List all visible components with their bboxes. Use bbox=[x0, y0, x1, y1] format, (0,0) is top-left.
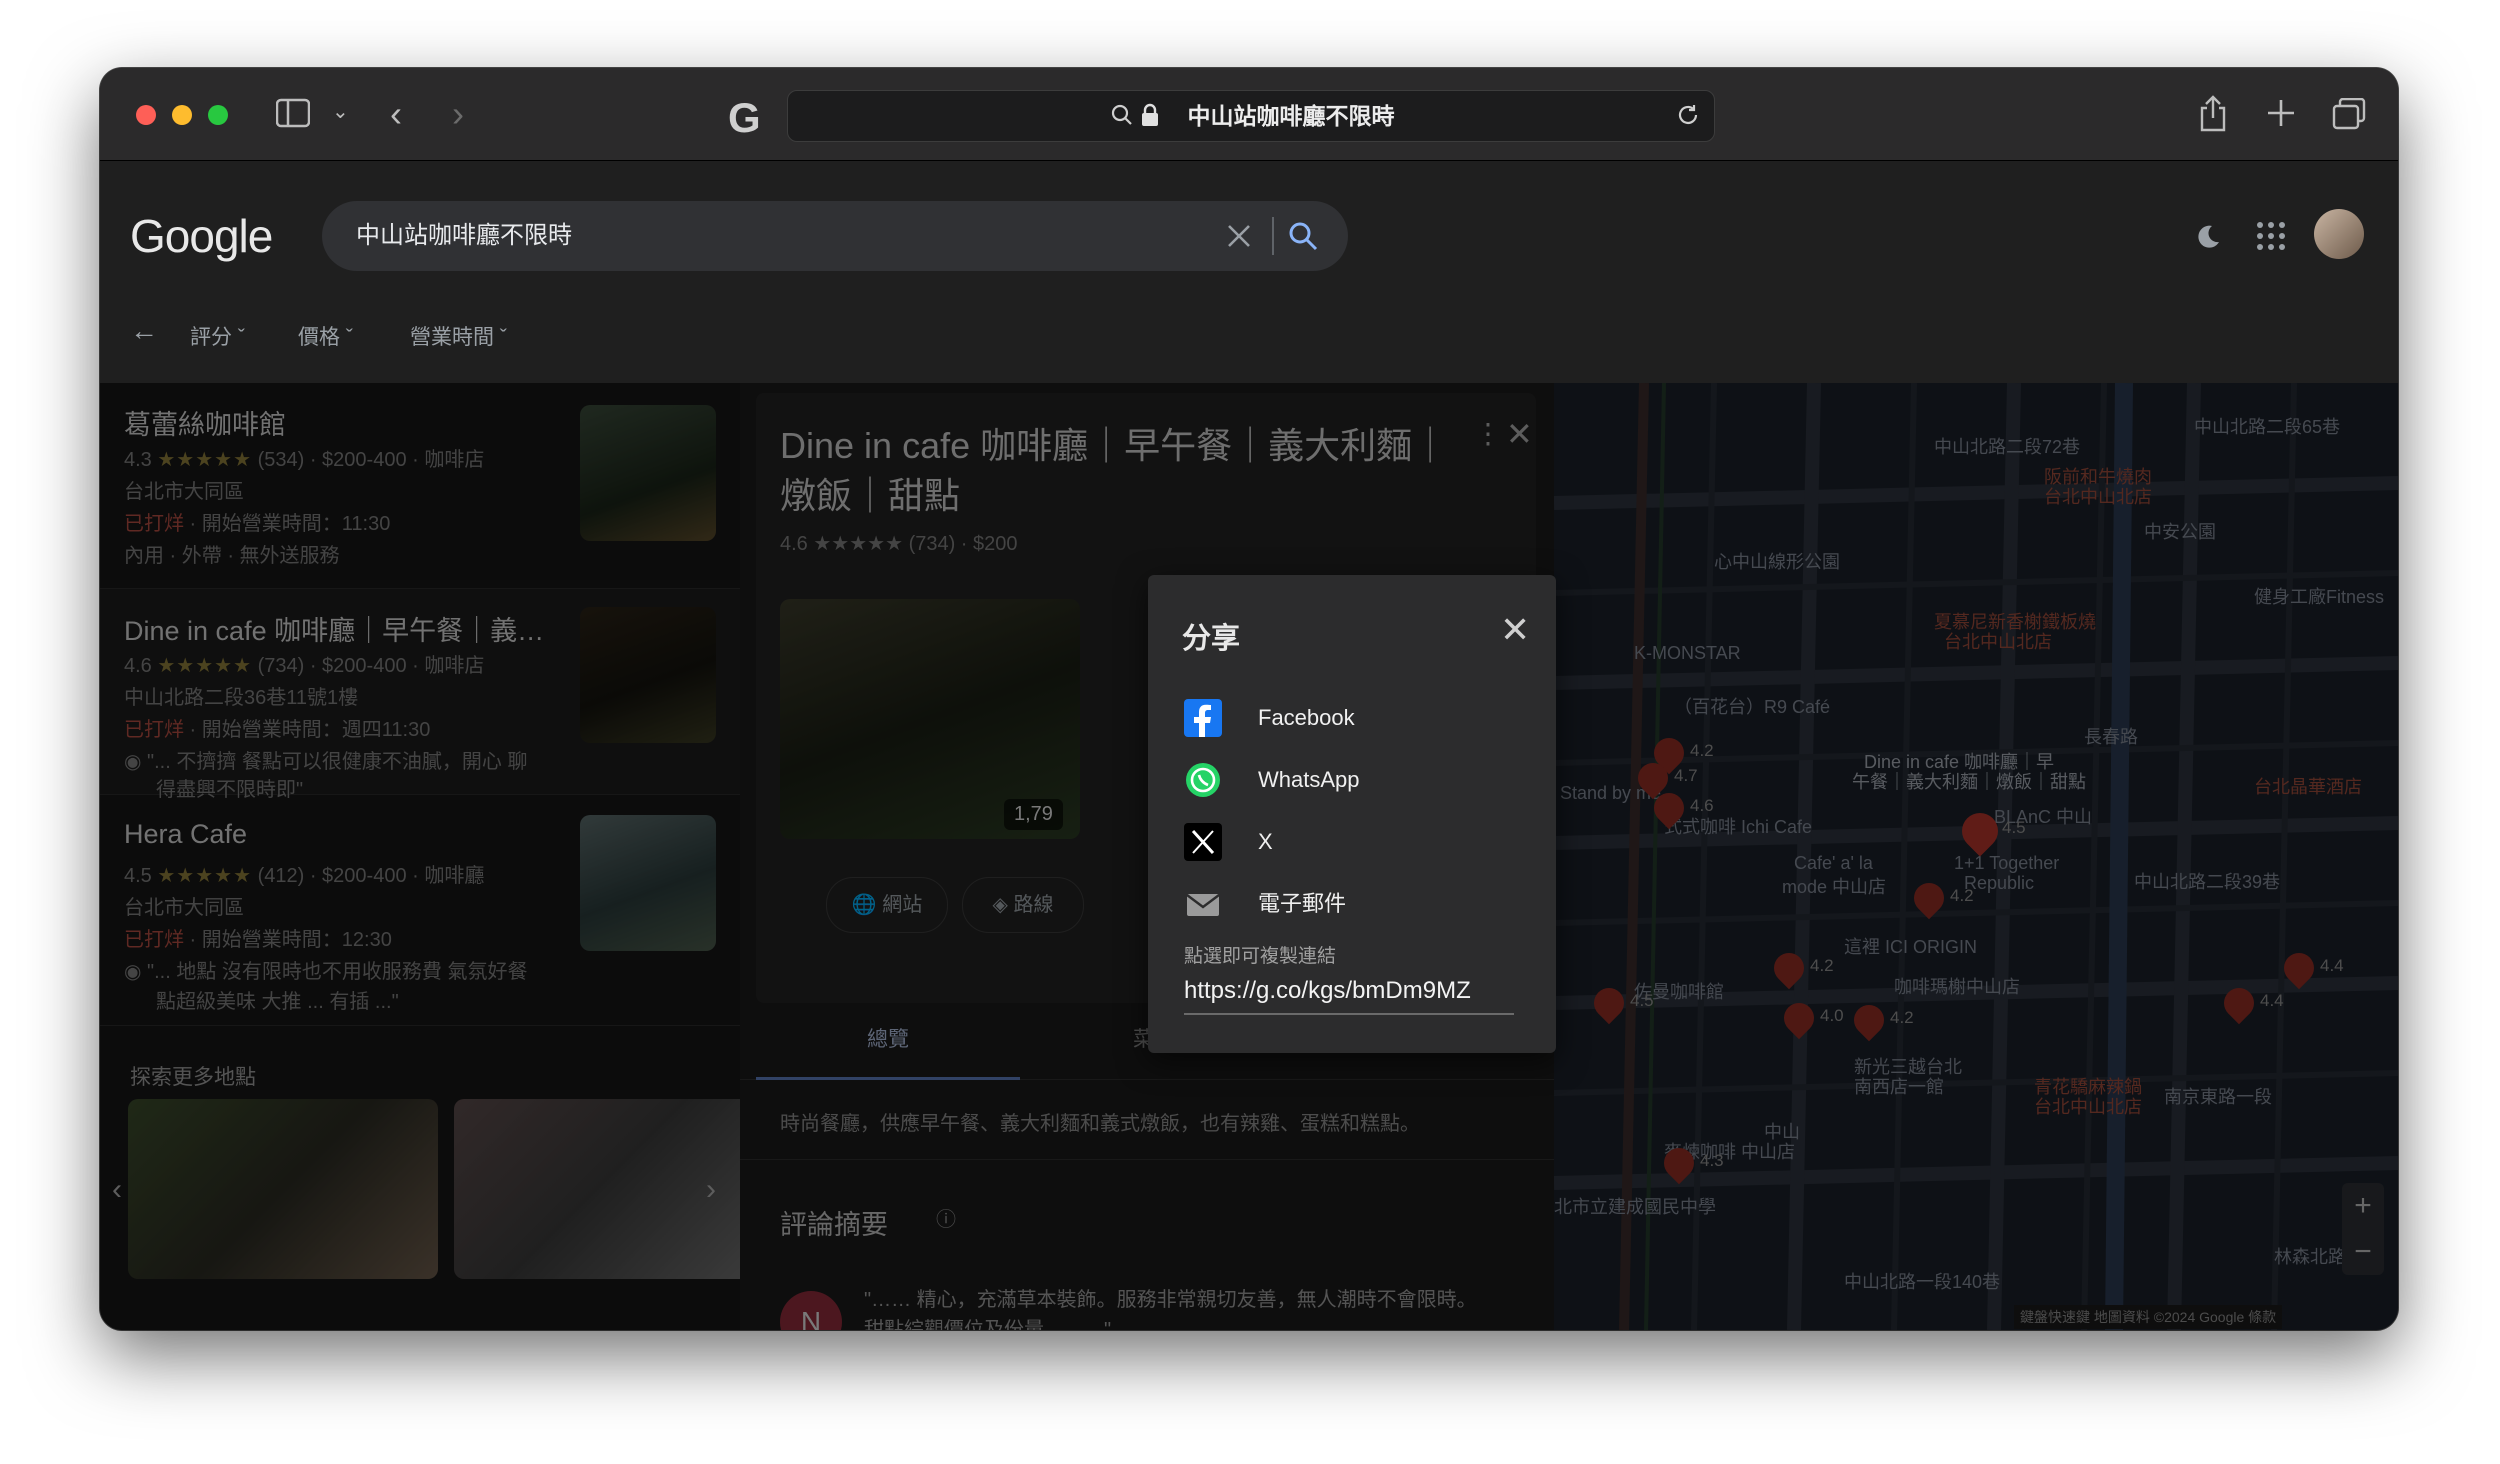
google-header: Google 中山站咖啡廳不限時 ← 評分 ˇ 價格 ˇ 營業時間 ˇ bbox=[100, 161, 2398, 383]
search-query: 中山站咖啡廳不限時 bbox=[356, 222, 572, 249]
new-tab-icon[interactable] bbox=[2266, 98, 2296, 133]
search-input[interactable]: 中山站咖啡廳不限時 bbox=[322, 201, 1348, 271]
browser-window: ⌄ ‹ › G 中山站咖啡廳不限時 Google 中山站咖啡廳不限時 ← 評分 … bbox=[100, 68, 2398, 1330]
share-icon[interactable] bbox=[2198, 94, 2228, 137]
x-icon bbox=[1184, 823, 1222, 861]
minimize-window-button[interactable] bbox=[172, 105, 192, 125]
share-x-button[interactable]: X bbox=[1184, 821, 1524, 865]
chevron-down-icon[interactable]: ⌄ bbox=[332, 102, 349, 122]
search-divider bbox=[1272, 217, 1274, 255]
share-link-field[interactable]: https://g.co/kgs/bmDm9MZ bbox=[1184, 977, 1514, 1015]
share-email-button[interactable]: 電子郵件 bbox=[1184, 883, 1524, 927]
share-whatsapp-button[interactable]: WhatsApp bbox=[1184, 759, 1524, 803]
tab-overview-icon[interactable] bbox=[2332, 97, 2366, 135]
url-text: 中山站咖啡廳不限時 bbox=[1187, 103, 1395, 129]
share-dialog-title: 分享 bbox=[1182, 623, 1241, 655]
facebook-icon bbox=[1184, 699, 1222, 737]
forward-icon[interactable]: › bbox=[452, 96, 464, 132]
reload-icon[interactable] bbox=[1676, 103, 1700, 132]
share-facebook-button[interactable]: Facebook bbox=[1184, 697, 1524, 741]
share-option-label: X bbox=[1258, 829, 1273, 854]
close-window-button[interactable] bbox=[136, 105, 156, 125]
share-option-label: Facebook bbox=[1258, 705, 1355, 730]
copy-link-hint: 點選即可複製連結 bbox=[1184, 946, 1337, 967]
google-favicon-icon: G bbox=[728, 94, 761, 141]
google-logo[interactable]: Google bbox=[130, 209, 273, 263]
close-icon[interactable]: ✕ bbox=[1500, 609, 1530, 651]
lock-icon bbox=[1140, 103, 1160, 132]
sidebar-toggle-icon[interactable] bbox=[275, 98, 311, 134]
back-arrow-icon[interactable]: ← bbox=[130, 315, 158, 347]
filter-hours[interactable]: 營業時間 ˇ bbox=[410, 321, 507, 351]
whatsapp-icon bbox=[1184, 761, 1222, 799]
title-bar: ⌄ ‹ › G 中山站咖啡廳不限時 bbox=[100, 68, 2398, 161]
zoom-window-button[interactable] bbox=[208, 105, 228, 125]
filter-rating[interactable]: 評分 ˇ bbox=[190, 321, 245, 351]
filter-price[interactable]: 價格 ˇ bbox=[298, 321, 353, 351]
email-icon bbox=[1184, 885, 1222, 923]
search-submit-icon[interactable] bbox=[1288, 221, 1318, 256]
avatar[interactable] bbox=[2314, 209, 2364, 259]
share-dialog: 分享 ✕ Facebook WhatsApp X 電子郵件 點選即可複製連結 h… bbox=[1148, 575, 1556, 1053]
address-bar[interactable]: 中山站咖啡廳不限時 bbox=[787, 90, 1715, 142]
share-option-label: WhatsApp bbox=[1258, 767, 1360, 792]
apps-grid-icon[interactable] bbox=[2256, 221, 2286, 256]
share-option-label: 電子郵件 bbox=[1258, 891, 1347, 916]
search-icon bbox=[1110, 103, 1134, 132]
dark-mode-icon[interactable] bbox=[2194, 223, 2222, 256]
clear-search-icon[interactable] bbox=[1226, 223, 1252, 254]
back-icon[interactable]: ‹ bbox=[390, 96, 402, 132]
